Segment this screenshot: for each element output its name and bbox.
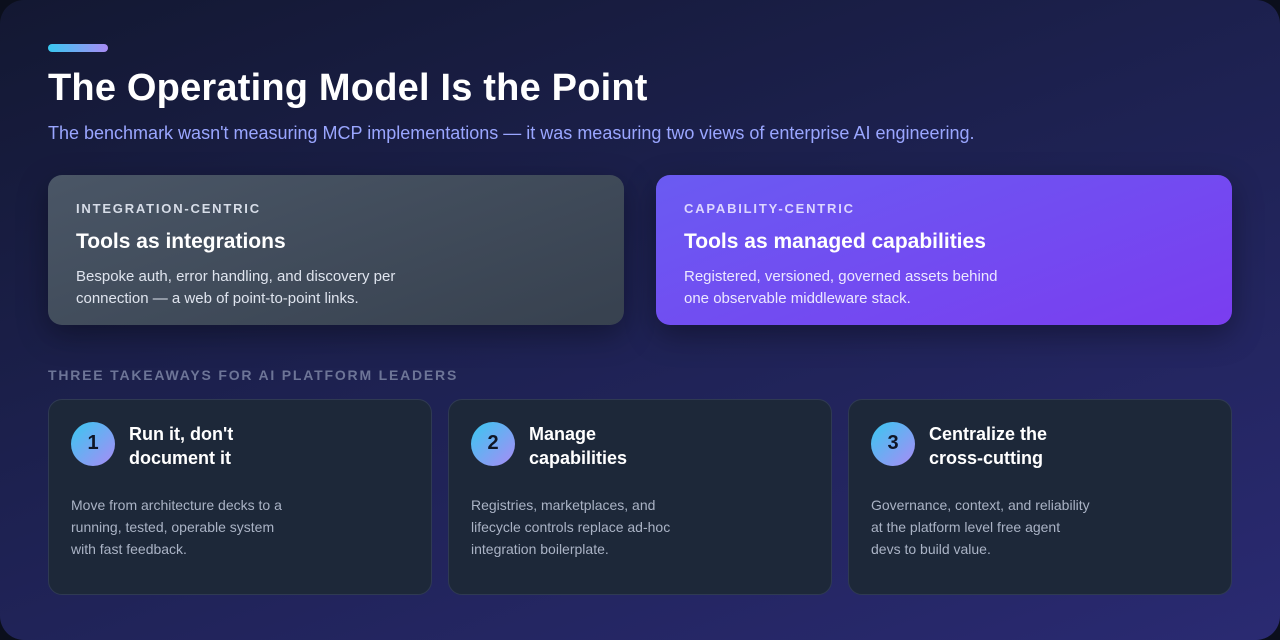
card-description: Registered, versioned, governed assets b… bbox=[684, 267, 998, 307]
takeaways-row: 1 Run it, don't document it Move from ar… bbox=[48, 398, 1232, 595]
page-subtitle: The benchmark wasn't measuring MCP imple… bbox=[48, 122, 975, 143]
views-row: INTEGRATION-CENTRIC Tools as integration… bbox=[48, 174, 1232, 325]
page-title: The Operating Model Is the Point bbox=[48, 67, 648, 109]
card-title: Tools as integrations bbox=[76, 229, 286, 253]
takeaway-header: 1 Run it, don't document it bbox=[71, 421, 409, 470]
takeaway-header: 3 Centralize the cross-cutting bbox=[871, 421, 1209, 470]
takeaways-section-label: THREE TAKEAWAYS FOR AI PLATFORM LEADERS bbox=[48, 366, 459, 383]
takeaway-description: Governance, context, and reliability at … bbox=[871, 496, 1090, 557]
takeaway-header: 2 Manage capabilities bbox=[471, 421, 809, 470]
number-badge: 3 bbox=[871, 421, 915, 466]
card-eyebrow: CAPABILITY-CENTRIC bbox=[684, 200, 855, 216]
takeaway-card: 2 Manage capabilities Registries, market… bbox=[448, 398, 832, 595]
capability-centric-card: CAPABILITY-CENTRIC Tools as managed capa… bbox=[656, 174, 1232, 325]
takeaway-description: Registries, marketplaces, and lifecycle … bbox=[471, 496, 671, 557]
takeaway-title: Run it, don't document it bbox=[129, 423, 234, 468]
takeaway-description: Move from architecture decks to a runnin… bbox=[71, 496, 282, 557]
accent-bar bbox=[48, 44, 108, 52]
takeaway-title: Manage capabilities bbox=[529, 423, 628, 468]
takeaway-title: Centralize the cross-cutting bbox=[929, 423, 1048, 468]
number-badge: 1 bbox=[71, 421, 115, 466]
slide: The Operating Model Is the Point The ben… bbox=[0, 0, 1280, 640]
card-description: Bespoke auth, error handling, and discov… bbox=[76, 267, 396, 307]
card-title: Tools as managed capabilities bbox=[684, 229, 986, 253]
takeaway-card: 3 Centralize the cross-cutting Governanc… bbox=[848, 398, 1232, 595]
integration-centric-card: INTEGRATION-CENTRIC Tools as integration… bbox=[48, 174, 624, 325]
takeaway-card: 1 Run it, don't document it Move from ar… bbox=[48, 398, 432, 595]
card-eyebrow: INTEGRATION-CENTRIC bbox=[76, 200, 261, 216]
number-badge: 2 bbox=[471, 421, 515, 466]
